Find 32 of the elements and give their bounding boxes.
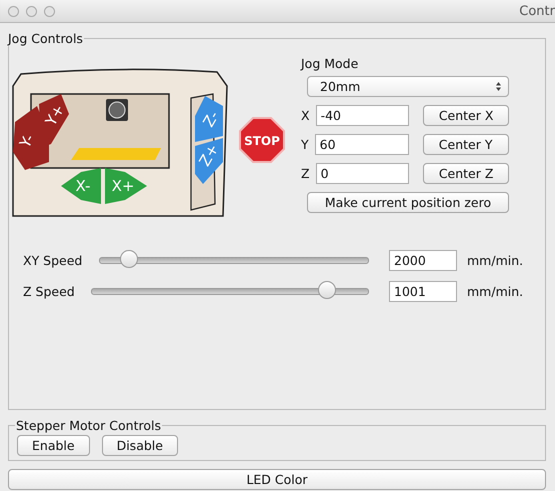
- motor-button[interactable]: Disable: [102, 435, 178, 456]
- stepper-arrows-icon: [495, 81, 502, 92]
- slider-thumb[interactable]: [120, 250, 138, 268]
- make-zero-button[interactable]: Make current position zero: [307, 192, 509, 213]
- center-button[interactable]: Center Y: [422, 134, 509, 155]
- position-field[interactable]: 60: [314, 134, 409, 155]
- speed-label: Z Speed: [23, 284, 76, 299]
- panel-title: Jog Controls: [7, 31, 84, 46]
- position-field[interactable]: -40: [316, 105, 410, 126]
- led-color-button[interactable]: LED Color: [8, 469, 546, 490]
- axis-label: Y: [301, 137, 309, 152]
- center-button[interactable]: Center Z: [423, 163, 509, 184]
- speed-field[interactable]: 2000: [389, 250, 457, 271]
- panel-title: Stepper Motor Controls: [15, 418, 162, 433]
- jog-mode-select[interactable]: 20mm: [307, 76, 509, 97]
- jog-mode-label: Jog Mode: [301, 56, 360, 71]
- axis-label: Z: [301, 166, 310, 181]
- window-title: Contr: [519, 4, 555, 18]
- axis-label: X: [301, 108, 310, 123]
- position-field[interactable]: 0: [316, 163, 410, 184]
- close-button[interactable]: [8, 6, 19, 16]
- center-button[interactable]: Center X: [423, 105, 509, 126]
- motor-button[interactable]: Enable: [17, 435, 90, 456]
- speed-label: XY Speed: [23, 253, 84, 268]
- zoom-button[interactable]: [44, 6, 55, 16]
- speed-field[interactable]: 1001: [389, 281, 457, 302]
- minimize-button[interactable]: [26, 6, 37, 16]
- unit-label: mm/min.: [467, 253, 524, 268]
- unit-label: mm/min.: [467, 284, 524, 299]
- jog-button[interactable]: Y+: [39, 94, 69, 148]
- slider-thumb[interactable]: [318, 281, 336, 299]
- stop-button[interactable]: STOP: [239, 117, 285, 163]
